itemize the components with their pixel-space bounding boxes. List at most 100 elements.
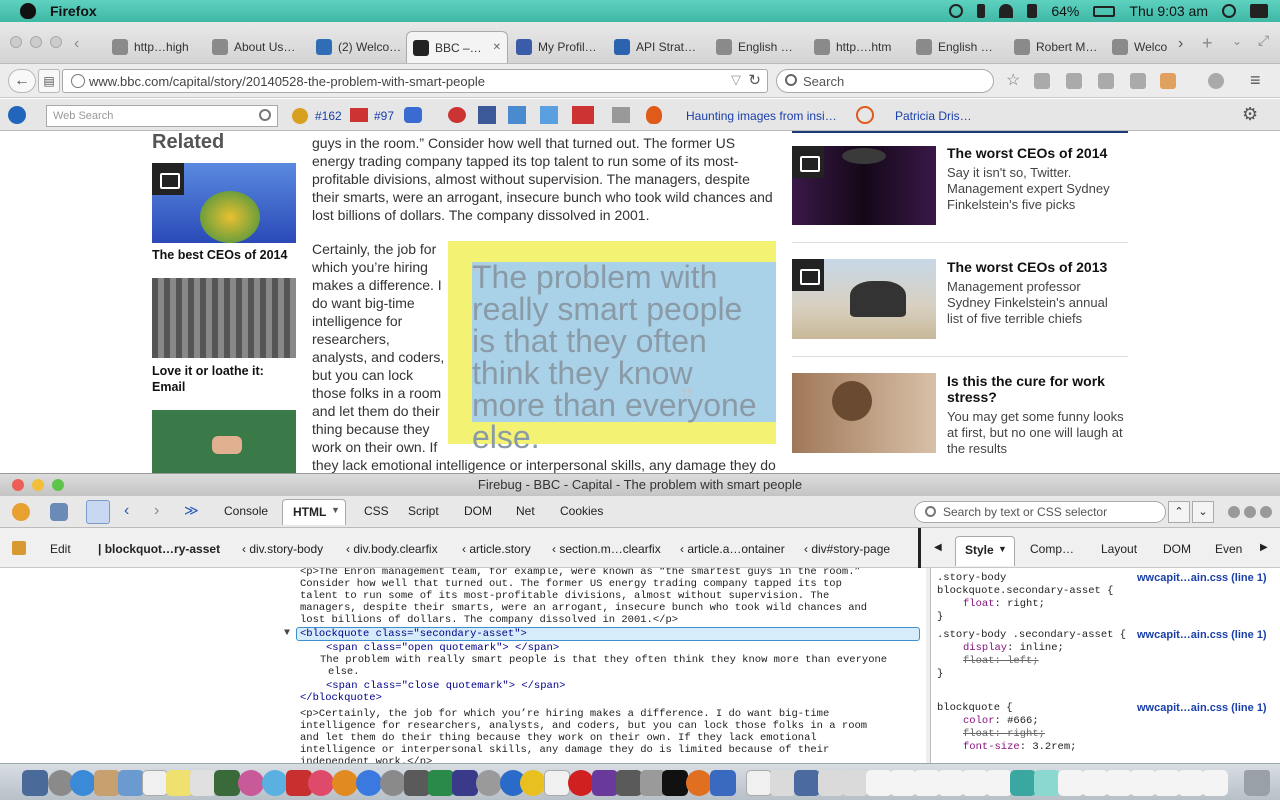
facebook-icon[interactable] (478, 106, 496, 124)
crumb-story-body[interactable]: ‹ div.story-body (242, 542, 323, 556)
close-firebug-icon[interactable] (1260, 506, 1272, 518)
flag-icon[interactable] (350, 108, 368, 122)
tab-script[interactable]: Script (408, 504, 439, 518)
command-line-icon[interactable]: ≫ (184, 502, 199, 519)
maps-icon[interactable] (214, 770, 240, 796)
pause-icon[interactable] (12, 541, 26, 555)
firebug-minimize-button[interactable] (32, 479, 44, 491)
side-scroll-right-icon[interactable]: ▶ (1260, 542, 1268, 553)
minimized-window-icon[interactable] (818, 770, 844, 796)
mail-icon[interactable] (118, 770, 144, 796)
minimized-window-icon[interactable] (1010, 770, 1036, 796)
document-icon[interactable] (544, 770, 570, 796)
firefox-icon[interactable] (686, 770, 712, 796)
side-tab-style[interactable]: Style ▼ (955, 536, 1015, 566)
app-icon[interactable] (428, 770, 454, 796)
notes-icon[interactable] (166, 770, 192, 796)
close-quotemark-span[interactable]: <span class="close quotemark"> </span> (326, 680, 565, 692)
crumb-section[interactable]: ‹ section.m…clearfix (552, 542, 661, 556)
contacts-icon[interactable] (94, 770, 120, 796)
side-tab-dom[interactable]: DOM (1163, 542, 1191, 556)
css-prop-value[interactable]: right; (1007, 598, 1045, 610)
rank-badge-2[interactable]: #97 (374, 109, 394, 123)
bookmark-star-icon[interactable]: ☆ (1006, 70, 1022, 89)
edit-button[interactable]: Edit (50, 542, 71, 556)
extension-icon[interactable] (1160, 73, 1176, 89)
minimized-window-icon[interactable] (938, 770, 964, 796)
wifi-icon[interactable] (999, 4, 1014, 18)
spotlight-icon[interactable] (1222, 4, 1236, 18)
finder-icon[interactable] (22, 770, 48, 796)
card-icon[interactable] (612, 107, 630, 123)
css-rule-1[interactable]: .story-body blockquote.secondary-asset {… (937, 572, 1277, 624)
url-text[interactable]: www.bbc.com/capital/story/20140528-the-p… (89, 74, 485, 89)
tab-1[interactable]: http…high (106, 32, 202, 62)
blockquote-text[interactable]: The problem with really smart people is … (320, 654, 920, 678)
css-prop-name-overridden[interactable]: float (963, 655, 995, 667)
minimized-window-icon[interactable] (1154, 770, 1180, 796)
css-prop-name[interactable]: font-size (963, 741, 1020, 753)
tab-html[interactable]: HTML ▼ (282, 499, 346, 525)
calendar-icon[interactable] (142, 770, 168, 796)
story-thumb-2[interactable] (792, 259, 936, 339)
hamburger-menu-icon[interactable]: ≡ (1250, 70, 1261, 91)
gmail-icon[interactable] (572, 106, 594, 124)
bookmarks-menu-icon[interactable] (1034, 73, 1050, 89)
tab-console[interactable]: Console (224, 504, 268, 518)
story-title-3[interactable]: Is this the cure for work stress? (947, 373, 1127, 405)
tab-8[interactable]: http….htm (808, 32, 906, 62)
tab-cookies[interactable]: Cookies (560, 504, 603, 518)
inspect-element-icon[interactable] (86, 500, 110, 524)
tab-4[interactable]: BBC –… ✕ (406, 31, 508, 63)
minimized-window-icon[interactable] (1106, 770, 1132, 796)
tab-3[interactable]: (2) Welco… (310, 32, 402, 62)
crumb-story-page[interactable]: ‹ div#story-page (804, 542, 890, 556)
safari-icon[interactable] (70, 770, 96, 796)
tab-scroll-left-icon[interactable]: ‹ (74, 35, 79, 53)
tab-scroll-right-icon[interactable]: › (1178, 35, 1183, 53)
web-search-icon[interactable] (259, 109, 271, 121)
css-prop-name[interactable]: float (963, 598, 995, 610)
firebug-close-button[interactable] (12, 479, 24, 491)
sparkle-icon[interactable] (540, 106, 558, 124)
app-icon[interactable] (452, 770, 478, 796)
photos-icon[interactable] (238, 770, 264, 796)
minimize-window-button[interactable] (30, 36, 42, 48)
minimized-window-icon[interactable] (1178, 770, 1204, 796)
url-dropdown-icon[interactable]: ▽ (731, 72, 741, 88)
apple-icon[interactable] (20, 3, 36, 19)
alexa-icon[interactable] (292, 108, 308, 124)
sync-icon[interactable] (1208, 73, 1224, 89)
tab-net[interactable]: Net (516, 504, 535, 518)
new-tab-icon[interactable]: + (1202, 33, 1213, 54)
app-store-icon[interactable] (356, 770, 382, 796)
tab-css[interactable]: CSS (364, 504, 389, 518)
web-search-input[interactable]: Web Search (46, 105, 278, 127)
html-paragraph-1[interactable]: <p>The Enron management team, for exampl… (300, 568, 900, 626)
html-paragraph-2[interactable]: <p>Certainly, the job for which you’re h… (300, 708, 920, 764)
search-bar[interactable]: Search (776, 69, 994, 93)
css-source-link[interactable]: wwcapit…ain.css (line 1) (1137, 702, 1267, 715)
minimized-window-icon[interactable] (1082, 770, 1108, 796)
app-icon[interactable] (592, 770, 618, 796)
css-rule-3[interactable]: blockquote { wwcapit…ain.css (line 1) co… (937, 702, 1277, 754)
system-preferences-icon[interactable] (380, 770, 406, 796)
search-prev-icon[interactable]: ⌃ (1168, 501, 1190, 523)
trash-icon[interactable] (1244, 770, 1270, 796)
story-title-1[interactable]: The worst CEOs of 2014 (947, 145, 1127, 161)
minimized-window-icon[interactable] (1130, 770, 1156, 796)
related-thumb-3[interactable] (152, 410, 296, 473)
tab-10[interactable]: Robert M… (1008, 32, 1104, 62)
css-source-link[interactable]: wwcapit…ain.css (line 1) (1137, 572, 1267, 585)
reminders-icon[interactable] (190, 770, 216, 796)
firebug-zoom-button[interactable] (52, 479, 64, 491)
tab-11[interactable]: Welco (1106, 32, 1176, 62)
search-flame-icon[interactable] (856, 106, 874, 124)
app-name[interactable]: Firefox (50, 3, 97, 19)
minimized-window-icon[interactable] (1058, 770, 1084, 796)
addon-logo-icon[interactable] (8, 106, 26, 124)
tab-7[interactable]: English … (710, 32, 806, 62)
tool-icon[interactable] (448, 107, 466, 123)
back-icon[interactable]: ‹ (124, 502, 129, 520)
rank-badge-1[interactable]: #162 (315, 109, 342, 123)
